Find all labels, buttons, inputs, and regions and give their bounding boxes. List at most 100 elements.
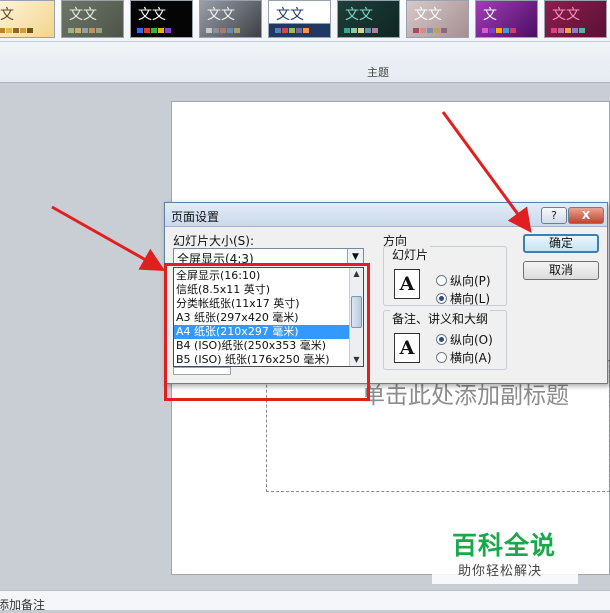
theme-thumbnail[interactable]: 文	[475, 0, 538, 38]
color-swatch	[572, 28, 578, 33]
color-swatch	[20, 28, 26, 33]
notes-landscape-label: 横向(A)	[450, 351, 492, 365]
color-swatch	[75, 28, 81, 33]
theme-thumbnail-label: 文文	[552, 7, 580, 23]
color-swatch	[206, 28, 212, 33]
radio-icon[interactable]	[436, 334, 447, 345]
slides-landscape-radio[interactable]: 横向(L)	[436, 290, 490, 306]
theme-thumbnail-label: 文文	[345, 7, 373, 23]
color-swatch	[365, 28, 371, 33]
theme-thumbnail[interactable]: 文文	[61, 0, 124, 38]
slides-landscape-label: 横向(L)	[450, 292, 491, 306]
notes-pane[interactable]: 添加备注	[0, 590, 610, 612]
themes-group-label: 主题	[367, 66, 389, 79]
theme-color-swatches	[482, 28, 516, 33]
theme-color-swatches	[413, 28, 447, 33]
theme-thumbnail-label: 文	[483, 7, 497, 23]
color-swatch	[6, 28, 12, 33]
watermark-title: 百科全说	[452, 531, 557, 560]
color-swatch	[358, 28, 364, 33]
color-swatch	[434, 28, 440, 33]
notes-orientation-group: 备注、讲义和大纲 A 纵向(O) 横向(A)	[383, 310, 507, 370]
color-swatch	[489, 28, 495, 33]
color-swatch	[565, 28, 571, 33]
theme-thumbnail[interactable]: 文文	[130, 0, 193, 38]
landscape-page-icon: A	[394, 269, 420, 299]
color-swatch	[344, 28, 350, 33]
theme-color-swatches	[551, 28, 585, 33]
color-swatch	[27, 28, 33, 33]
color-swatch	[503, 28, 509, 33]
theme-color-swatches	[206, 28, 240, 33]
color-swatch	[372, 28, 378, 33]
color-swatch	[234, 28, 240, 33]
color-swatch	[496, 28, 502, 33]
theme-thumbnail[interactable]: 文文	[199, 0, 262, 38]
color-swatch	[151, 28, 157, 33]
notes-portrait-radio[interactable]: 纵向(O)	[436, 331, 493, 347]
color-swatch	[275, 28, 281, 33]
radio-icon[interactable]	[436, 275, 447, 286]
color-swatch	[413, 28, 419, 33]
notes-portrait-label: 纵向(O)	[450, 333, 493, 347]
theme-thumbnail[interactable]: 文文	[544, 0, 607, 38]
color-swatch	[158, 28, 164, 33]
cancel-button[interactable]: 取消	[523, 261, 599, 280]
color-swatch	[96, 28, 102, 33]
color-swatch	[427, 28, 433, 33]
color-swatch	[289, 28, 295, 33]
color-swatch	[441, 28, 447, 33]
color-swatch	[68, 28, 74, 33]
theme-color-swatches	[0, 28, 33, 33]
slides-portrait-label: 纵向(P)	[450, 274, 491, 288]
theme-color-swatches	[344, 28, 378, 33]
help-button[interactable]: ?	[541, 207, 567, 224]
notes-group-title: 备注、讲义和大纲	[390, 310, 491, 327]
theme-thumbnail-label: 文文	[138, 7, 166, 23]
color-swatch	[89, 28, 95, 33]
color-swatch	[482, 28, 488, 33]
notes-landscape-radio[interactable]: 横向(A)	[436, 349, 492, 365]
ribbon: 文文文 文文 文文 文文 文文 文文文文文 主题	[0, 0, 610, 83]
ribbon-separator	[0, 41, 610, 42]
color-swatch	[220, 28, 226, 33]
ok-button[interactable]: 确定	[523, 234, 599, 253]
theme-thumbnail[interactable]: 文文	[268, 0, 331, 38]
theme-thumbnail[interactable]: 文文	[337, 0, 400, 38]
color-swatch	[165, 28, 171, 33]
color-swatch	[82, 28, 88, 33]
color-swatch	[351, 28, 357, 33]
slides-portrait-radio[interactable]: 纵向(P)	[436, 272, 491, 288]
theme-thumbnail-label: 文	[0, 7, 14, 23]
slide-size-label: 幻灯片大小(S):	[173, 234, 255, 248]
color-swatch	[510, 28, 516, 33]
theme-thumbnail-label: 文文	[414, 7, 442, 23]
annotation-highlight-box	[164, 263, 370, 401]
color-swatch	[303, 28, 309, 33]
portrait-page-icon: A	[394, 333, 420, 363]
color-swatch	[420, 28, 426, 33]
color-swatch	[137, 28, 143, 33]
radio-icon[interactable]	[436, 352, 447, 363]
close-button[interactable]: X	[568, 207, 604, 224]
theme-color-swatches	[137, 28, 171, 33]
radio-icon[interactable]	[436, 293, 447, 304]
watermark: 百科全说 助你轻松解决	[432, 526, 578, 584]
theme-thumbnail[interactable]: 文文	[406, 0, 469, 38]
color-swatch	[213, 28, 219, 33]
color-swatch	[282, 28, 288, 33]
dialog-titlebar[interactable]: 页面设置 ? X	[165, 203, 607, 227]
color-swatch	[296, 28, 302, 33]
dialog-title: 页面设置	[171, 210, 220, 224]
color-swatch	[558, 28, 564, 33]
theme-color-swatches	[275, 28, 309, 33]
color-swatch	[227, 28, 233, 33]
watermark-subtitle: 助你轻松解决	[458, 564, 543, 579]
theme-thumbnail-label: 文文	[207, 7, 235, 23]
color-swatch	[551, 28, 557, 33]
notes-placeholder: 添加备注	[0, 598, 46, 612]
theme-thumbnail-label: 文文	[276, 7, 304, 23]
color-swatch	[579, 28, 585, 33]
theme-thumbnail[interactable]: 文	[0, 0, 55, 38]
color-swatch	[144, 28, 150, 33]
